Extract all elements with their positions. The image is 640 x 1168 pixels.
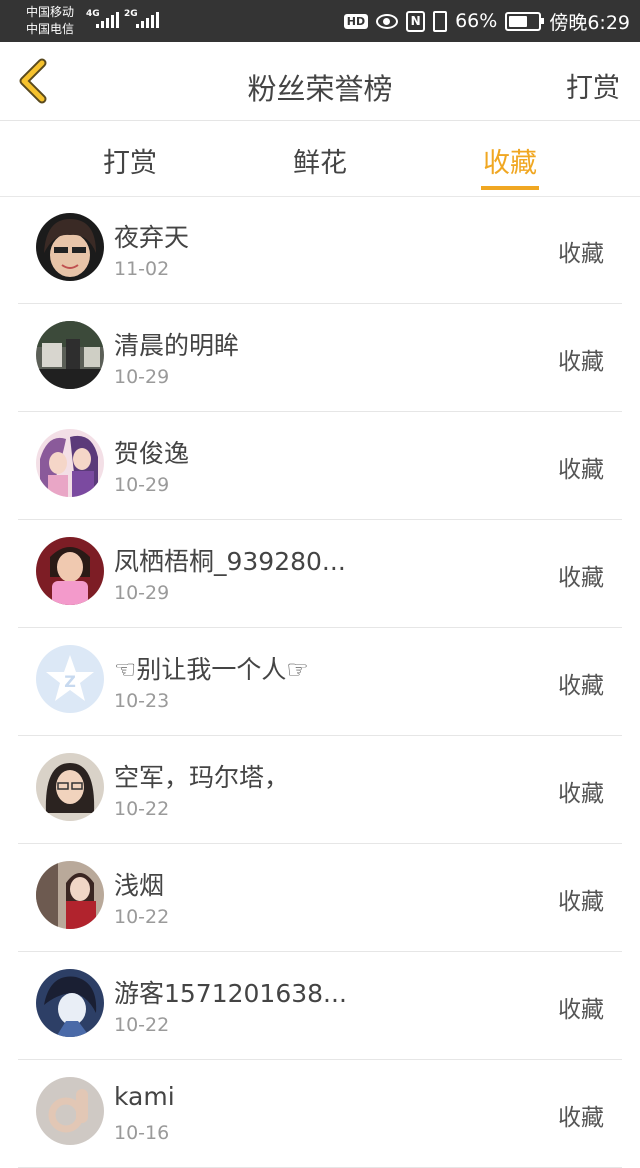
fan-date: 10-22 — [114, 906, 170, 928]
fan-name: ☜别让我一个人☞ — [114, 655, 309, 684]
battery-fill — [509, 15, 528, 27]
clock: 傍晚6:29 — [549, 11, 630, 34]
fan-type: 收藏 — [558, 997, 604, 1023]
default-avatar-icon: Z — [36, 645, 104, 713]
fan-date: 11-02 — [114, 258, 170, 280]
carrier-info: 中国移动 中国电信 — [26, 4, 74, 38]
fan-type: 收藏 — [558, 241, 604, 267]
fan-name: 游客1571201638... — [114, 979, 347, 1008]
battery-icon — [505, 11, 545, 31]
fan-date: 10-22 — [114, 798, 170, 820]
fan-name: 空军，玛尔塔， — [114, 763, 290, 792]
nfc-icon: N — [406, 10, 426, 32]
avatar — [36, 861, 104, 929]
tab-bar: 打赏 鲜花 收藏 — [0, 121, 640, 197]
avatar — [36, 753, 104, 821]
list-item[interactable]: 空军，玛尔塔， 10-22 收藏 — [0, 736, 640, 844]
avatar — [36, 1077, 104, 1145]
status-bar: 中国移动 中国电信 4G 2G HD N 66% 傍晚6:29 — [0, 0, 640, 42]
tab-flowers[interactable]: 鲜花 — [240, 141, 400, 180]
fan-type: 收藏 — [558, 781, 604, 807]
avatar — [36, 321, 104, 389]
tab-reward[interactable]: 打赏 — [50, 141, 210, 180]
fan-date: 10-29 — [114, 474, 170, 496]
list-item[interactable]: 清晨的明眸 10-29 收藏 — [0, 304, 640, 412]
carrier-1: 中国移动 — [26, 5, 75, 19]
battery-percent: 66% — [455, 10, 498, 32]
list-item[interactable]: 凤栖梧桐_939280... 10-29 收藏 — [0, 520, 640, 628]
avatar — [36, 213, 104, 281]
list-item[interactable]: 游客1571201638... 10-22 收藏 — [0, 952, 640, 1060]
fan-name: 凤栖梧桐_939280... — [114, 547, 346, 576]
hd-icon: HD — [343, 13, 369, 29]
fan-type: 收藏 — [558, 349, 604, 375]
fan-name: 夜弃天 — [114, 223, 190, 252]
fan-date: 10-23 — [114, 690, 170, 712]
fan-name: 浅烟 — [114, 871, 165, 900]
fan-type: 收藏 — [558, 673, 604, 699]
avatar — [36, 969, 104, 1037]
eye-comfort-icon — [376, 13, 399, 29]
avatar — [36, 429, 104, 497]
fan-type: 收藏 — [558, 457, 604, 483]
fan-date: 10-16 — [114, 1122, 170, 1144]
list-item[interactable]: Z ☜别让我一个人☞ 10-23 收藏 — [0, 628, 640, 736]
signal-1-icon — [96, 12, 119, 28]
fan-date: 10-22 — [114, 1014, 170, 1036]
fan-date: 10-29 — [114, 582, 170, 604]
vibrate-icon — [433, 10, 448, 32]
svg-text:Z: Z — [64, 672, 76, 691]
active-tab-indicator — [481, 186, 539, 190]
title-bar: 粉丝荣誉榜 打赏 — [0, 42, 640, 121]
list-item[interactable]: kami 10-16 收藏 — [0, 1060, 640, 1168]
fan-type: 收藏 — [558, 565, 604, 591]
list-item[interactable]: 浅烟 10-22 收藏 — [0, 844, 640, 952]
carrier-2: 中国电信 — [26, 22, 75, 36]
fan-date: 10-29 — [114, 366, 170, 388]
fan-type: 收藏 — [558, 889, 604, 915]
fan-list: 夜弃天 11-02 收藏 清晨的明眸 10-29 收藏 贺俊逸 10-29 收藏… — [0, 196, 640, 1168]
avatar: Z — [36, 645, 104, 713]
page-title: 粉丝荣誉榜 — [247, 72, 393, 106]
list-item[interactable]: 贺俊逸 10-29 收藏 — [0, 412, 640, 520]
fan-name: 贺俊逸 — [114, 439, 190, 468]
tab-favorites[interactable]: 收藏 — [430, 141, 590, 180]
fan-type: 收藏 — [558, 1105, 604, 1131]
fan-name: kami — [114, 1082, 175, 1111]
reward-button[interactable]: 打赏 — [566, 66, 620, 105]
avatar — [36, 537, 104, 605]
list-item[interactable]: 夜弃天 11-02 收藏 — [0, 196, 640, 304]
signal-2-icon — [136, 12, 159, 28]
fan-name: 清晨的明眸 — [114, 331, 240, 360]
